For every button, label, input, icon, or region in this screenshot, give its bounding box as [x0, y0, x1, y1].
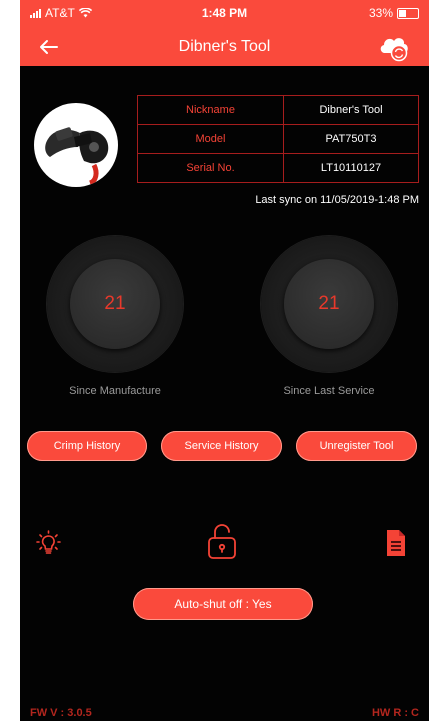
status-time: 1:48 PM [201, 6, 248, 20]
crimp-tool-icon [45, 127, 109, 186]
document-icon[interactable] [384, 528, 408, 558]
hardware-revision: HW R : C [371, 707, 419, 719]
info-key: Model [137, 124, 284, 154]
info-value: LT10110127 [283, 153, 419, 183]
battery-icon [397, 7, 419, 19]
counter-label: Since Manufacture [69, 385, 161, 397]
firmware-version: FW V : 3.0.5 [30, 707, 92, 719]
table-row: Model PAT750T3 [137, 124, 419, 154]
table-row: Serial No. LT10110127 [137, 153, 419, 183]
unregister-tool-button[interactable]: Unregister Tool [296, 431, 417, 461]
nav-bar: Dibner's Tool [20, 28, 429, 66]
lightbulb-icon[interactable] [33, 528, 65, 560]
last-sync-text: Last sync on 11/05/2019-1:48 PM [255, 194, 419, 206]
counter-value: 21 [70, 259, 160, 349]
battery-status: 33% [369, 6, 419, 20]
device-info-table: Nickname Dibner's Tool Model PAT750T3 Se… [137, 95, 419, 183]
cloud-sync-icon[interactable] [377, 31, 411, 63]
info-value: PAT750T3 [283, 124, 419, 154]
crimp-history-button[interactable]: Crimp History [27, 431, 147, 461]
battery-percent: 33% [368, 6, 393, 20]
counter-label: Since Last Service [283, 385, 375, 397]
table-row: Nickname Dibner's Tool [137, 95, 419, 125]
status-bar: AT&T 1:48 PM 33% [20, 0, 429, 28]
tool-image [34, 103, 118, 187]
page-title: Dibner's Tool [178, 38, 271, 55]
info-key: Nickname [137, 95, 284, 125]
app-screen: AT&T 1:48 PM 33% Dibner's Tool Nickname … [20, 0, 429, 721]
auto-shut-off-button[interactable]: Auto-shut off : Yes [133, 588, 313, 620]
counter-value: 21 [284, 259, 374, 349]
info-value: Dibner's Tool [283, 95, 419, 125]
counter-dial-manufacture: 21 [47, 236, 183, 372]
service-history-button[interactable]: Service History [161, 431, 282, 461]
counter-dial-service: 21 [261, 236, 397, 372]
info-key: Serial No. [137, 153, 284, 183]
unlock-icon[interactable] [204, 522, 240, 562]
